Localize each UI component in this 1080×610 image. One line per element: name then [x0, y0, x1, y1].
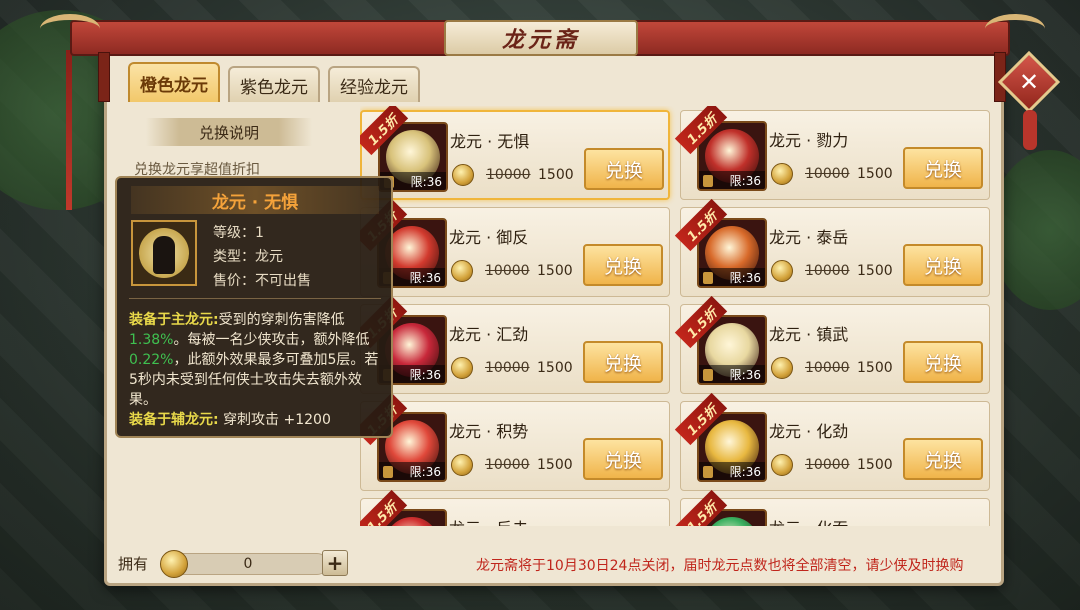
item-name: 龙元 · 化劲	[769, 422, 849, 441]
item-name: 龙元 · 御反	[449, 228, 529, 247]
item-card[interactable]: 1.5折 龙元 · 反击	[360, 489, 670, 526]
close-icon: ✕	[1018, 68, 1040, 96]
tab-orange-dragon[interactable]: 橙色龙元	[128, 62, 220, 102]
item-card[interactable]: 限:36 1.5折 龙元 · 化劲 10000 1500 兑换	[674, 392, 990, 491]
tooltip-type: 类型：龙元	[213, 249, 283, 265]
tooltip-level: 等级：1	[213, 225, 264, 241]
sale-price: 1500	[857, 263, 893, 279]
tab-purple-dragon[interactable]: 紫色龙元	[228, 66, 320, 102]
coin-icon	[771, 357, 793, 379]
sale-price: 1500	[857, 166, 893, 182]
item-name: 龙元 · 化吞	[769, 515, 848, 526]
original-price: 10000	[805, 360, 850, 376]
lock-icon	[383, 466, 393, 478]
exchange-button[interactable]: 兑换	[584, 148, 664, 190]
tooltip-description: 装备于主龙元:受到的穿刺伤害降低 1.38%。每被一名少侠攻击，额外降低 0.22…	[129, 310, 385, 430]
original-price: 10000	[485, 263, 530, 279]
original-price: 10000	[805, 263, 850, 279]
coin-icon	[452, 164, 474, 186]
lock-icon	[703, 369, 713, 381]
closing-notice: 龙元斋将于10月30日24点关闭，届时龙元点数也将全部清空，请少侠及时换购	[476, 558, 964, 574]
item-name: 龙元 · 泰岳	[769, 228, 849, 247]
window-title: 龙元斋	[444, 20, 638, 56]
tooltip-aux-label: 装备于辅龙元:	[129, 412, 219, 428]
item-card[interactable]: 限:36 1.5折 龙元 · 汇劲 10000 1500 兑换	[360, 295, 670, 394]
item-name: 龙元 · 无惧	[450, 132, 530, 151]
roof-horn-right	[985, 14, 1045, 44]
exchange-button[interactable]: 兑换	[903, 147, 983, 189]
coin-icon	[451, 357, 473, 379]
coin-icon	[771, 454, 793, 476]
item-name: 龙元 · 勠力	[769, 131, 849, 150]
original-price: 10000	[485, 360, 530, 376]
lock-icon	[703, 272, 713, 284]
exchange-button[interactable]: 兑换	[583, 244, 663, 286]
original-price: 10000	[805, 457, 850, 473]
item-card[interactable]: 1.5折 龙元 · 化吞	[674, 489, 990, 526]
item-card[interactable]: 限:36 1.5折 龙元 · 积势 10000 1500 兑换	[360, 392, 670, 491]
sale-price: 1500	[537, 263, 573, 279]
coin-icon	[771, 163, 793, 185]
tooltip-sell-price: 售价：不可出售	[213, 273, 311, 289]
pillar-left	[98, 52, 110, 102]
tassel-decoration	[66, 50, 72, 210]
item-grid[interactable]: 限:36 1.5折 龙元 · 无惧 10000 1500 兑换 限:36 1.5…	[360, 106, 996, 526]
exchange-button[interactable]: 兑换	[903, 438, 983, 480]
tooltip-aux-text: 穿刺攻击 +1200	[223, 412, 331, 428]
item-card[interactable]: 限:36 1.5折 龙元 · 御反 10000 1500 兑换	[360, 198, 670, 297]
original-price: 10000	[485, 457, 530, 473]
item-card[interactable]: 限:36 1.5折 龙元 · 泰岳 10000 1500 兑换	[674, 198, 990, 297]
original-price: 10000	[805, 166, 850, 182]
owned-points-bar: 0	[168, 553, 328, 575]
item-card[interactable]: 限:36 1.5折 龙元 · 勠力 10000 1500 兑换	[674, 106, 990, 200]
tooltip-divider	[129, 298, 381, 299]
lock-icon	[703, 466, 713, 478]
item-tooltip: 龙元 · 无惧 等级：1 类型：龙元 售价：不可出售 装备于主龙元:受到的穿刺伤…	[115, 176, 393, 438]
item-card[interactable]: 限:36 1.5折 龙元 · 无惧 10000 1500 兑换	[360, 106, 670, 200]
exchange-button[interactable]: 兑换	[583, 438, 663, 480]
item-name: 龙元 · 镇武	[769, 325, 849, 344]
sale-price: 1500	[537, 360, 573, 376]
tooltip-main-value-1: 1.38%	[129, 332, 174, 348]
tooltip-main-text-2: 。每被一名少侠攻击，额外降低	[173, 332, 370, 348]
coin-icon	[451, 454, 473, 476]
item-name: 龙元 · 汇劲	[449, 325, 529, 344]
explain-heading: 兑换说明	[146, 118, 312, 146]
owned-label: 拥有	[118, 555, 149, 573]
sale-price: 1500	[857, 457, 893, 473]
sale-price: 1500	[538, 167, 574, 183]
tooltip-main-text-1: 受到的穿刺伤害降低	[218, 312, 345, 328]
coin-icon	[451, 260, 473, 282]
item-card[interactable]: 限:36 1.5折 龙元 · 镇武 10000 1500 兑换	[674, 295, 990, 394]
roof-horn-left	[40, 14, 100, 44]
lantern-decoration	[1023, 110, 1037, 150]
item-name: 龙元 · 积势	[449, 422, 529, 441]
exchange-button[interactable]: 兑换	[903, 244, 983, 286]
tab-exp-dragon[interactable]: 经验龙元	[328, 66, 420, 102]
owned-points-value: 0	[243, 556, 253, 572]
tooltip-title: 龙元 · 无惧	[131, 186, 379, 214]
tooltip-item-icon	[131, 220, 197, 286]
add-points-button[interactable]: +	[322, 550, 348, 576]
original-price: 10000	[486, 167, 531, 183]
tooltip-main-label: 装备于主龙元:	[129, 312, 219, 328]
dragon-coin-icon	[160, 550, 188, 578]
tooltip-main-value-2: 0.22%	[129, 352, 174, 368]
exchange-button[interactable]: 兑换	[903, 341, 983, 383]
lock-icon	[703, 175, 713, 187]
sale-price: 1500	[537, 457, 573, 473]
sale-price: 1500	[857, 360, 893, 376]
item-name: 龙元 · 反击	[449, 515, 528, 526]
exchange-button[interactable]: 兑换	[583, 341, 663, 383]
coin-icon	[771, 260, 793, 282]
